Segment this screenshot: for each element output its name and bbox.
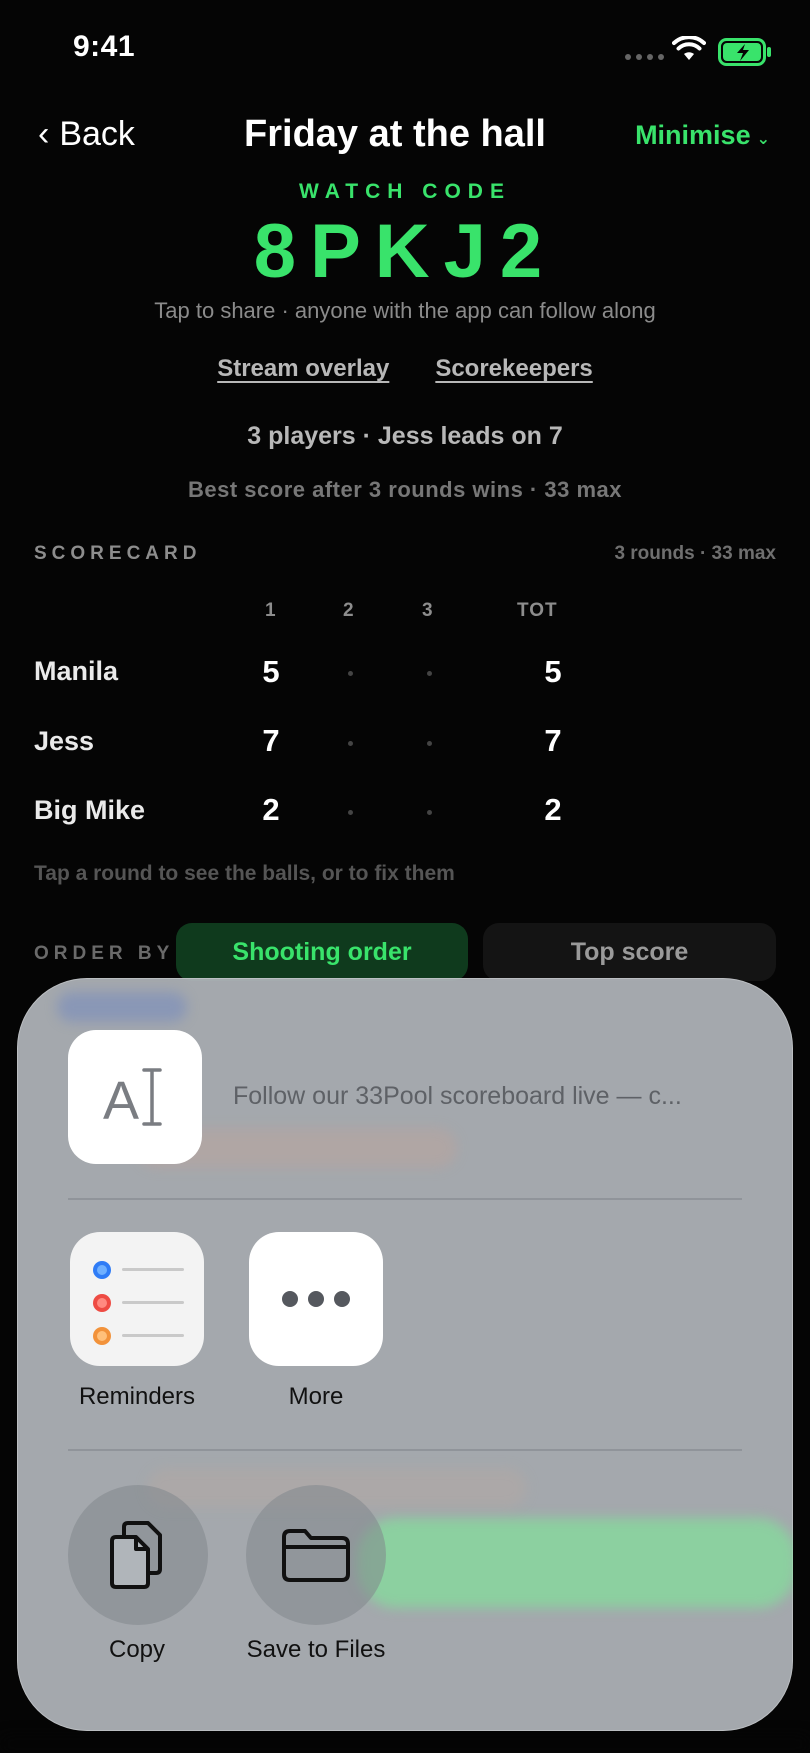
more-icon xyxy=(282,1291,350,1307)
empty-round-dot[interactable] xyxy=(348,810,353,815)
watch-code[interactable]: 8PKJ2 xyxy=(0,208,810,295)
divider xyxy=(68,1449,742,1451)
column-header-round-2: 2 xyxy=(343,600,355,621)
empty-round-dot[interactable] xyxy=(348,671,353,676)
total-score: 7 xyxy=(544,723,562,758)
links-row: Stream overlay Scorekeepers xyxy=(0,355,810,383)
copy-icon xyxy=(110,1521,162,1589)
more-label: More xyxy=(288,1383,344,1410)
order-by-label: ORDER BY xyxy=(34,943,175,964)
background-strip xyxy=(0,1735,810,1753)
save-to-files-button[interactable] xyxy=(246,1485,386,1625)
game-rules: Best score after 3 rounds wins · 33 max xyxy=(188,477,622,502)
round-score-cell[interactable]: 2 xyxy=(251,792,291,828)
reminders-app-button[interactable] xyxy=(70,1232,204,1366)
text-preview-icon: A xyxy=(68,1030,202,1164)
player-name: Manila xyxy=(34,656,119,686)
chevron-down-icon: ⌄ xyxy=(756,131,770,148)
player-name: Big Mike xyxy=(34,795,146,825)
empty-round-dot[interactable] xyxy=(348,741,353,746)
folder-icon xyxy=(282,1529,350,1582)
save-to-files-label: Save to Files xyxy=(246,1636,386,1663)
minimise-label: Minimise xyxy=(635,120,751,150)
scorecard-label: SCORECARD xyxy=(34,543,202,564)
column-header-round-3: 3 xyxy=(422,600,434,621)
divider xyxy=(68,1198,742,1200)
stream-overlay-link[interactable]: Stream overlay xyxy=(217,355,389,383)
svg-text:A: A xyxy=(103,1071,139,1131)
share-hint: Tap to share · anyone with the app can f… xyxy=(154,298,656,323)
order-top-score-button[interactable]: Top score xyxy=(483,923,776,981)
share-preview-text: Follow our 33Pool scoreboard live — c... xyxy=(233,1082,682,1110)
scorekeepers-link[interactable]: Scorekeepers xyxy=(435,355,592,383)
reminders-icon xyxy=(93,1261,184,1345)
status-time: 9:41 xyxy=(73,30,136,63)
player-name: Jess xyxy=(34,726,95,756)
copy-label: Copy xyxy=(108,1636,166,1663)
wifi-icon xyxy=(672,35,706,67)
minimise-button[interactable]: Minimise ⌄ xyxy=(635,120,770,151)
empty-round-dot[interactable] xyxy=(427,741,432,746)
reminders-label: Reminders xyxy=(78,1383,196,1410)
round-score-cell[interactable]: 5 xyxy=(251,654,291,690)
column-header-total: TOT xyxy=(517,600,558,621)
round-score-cell[interactable]: 7 xyxy=(251,723,291,759)
more-button[interactable] xyxy=(249,1232,383,1366)
total-score: 5 xyxy=(544,654,562,689)
game-summary: 3 players · Jess leads on 7 xyxy=(247,422,563,450)
order-shooting-button[interactable]: Shooting order xyxy=(176,923,468,981)
empty-round-dot[interactable] xyxy=(427,810,432,815)
scorecard-hint: Tap a round to see the balls, or to fix … xyxy=(34,862,455,885)
cellular-signal-icon xyxy=(625,54,664,60)
battery-charging-icon xyxy=(718,38,772,71)
blurred-background xyxy=(357,1518,793,1608)
empty-round-dot[interactable] xyxy=(427,671,432,676)
blurred-background xyxy=(57,992,187,1022)
watch-code-label: WATCH CODE xyxy=(299,180,511,203)
total-score: 2 xyxy=(544,792,562,827)
column-header-round-1: 1 xyxy=(265,600,277,621)
scorecard-meta: 3 rounds · 33 max xyxy=(614,543,776,564)
copy-button[interactable] xyxy=(68,1485,208,1625)
